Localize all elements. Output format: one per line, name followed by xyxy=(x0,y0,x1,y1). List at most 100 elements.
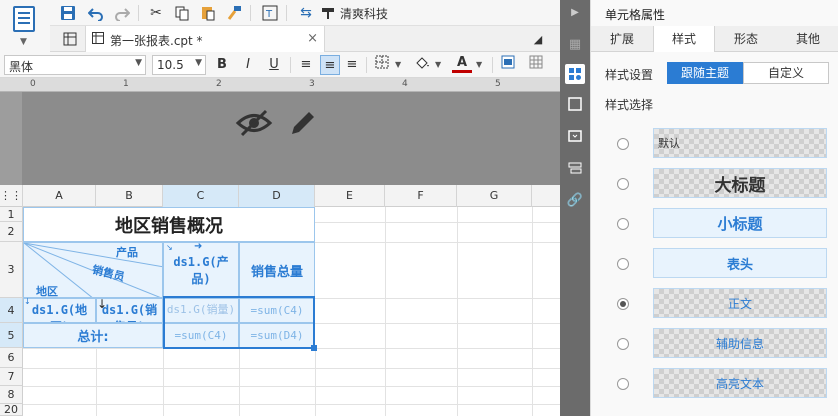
fill-color-icon[interactable] xyxy=(412,55,432,75)
row-header-1[interactable]: 1 xyxy=(0,207,23,222)
collapse-arrow-icon[interactable]: ▶ xyxy=(565,2,585,22)
gridline xyxy=(23,404,560,405)
row-header-20[interactable]: 20 xyxy=(0,404,23,416)
dropdown-widget-icon[interactable] xyxy=(565,126,585,146)
radio-style-table-header[interactable] xyxy=(617,258,629,270)
column-header-g[interactable]: G xyxy=(457,185,532,207)
pencil-icon[interactable] xyxy=(288,108,318,138)
row-header-5[interactable]: 5 xyxy=(0,323,23,348)
column-header-d[interactable]: D xyxy=(239,185,315,207)
select-all-corner[interactable]: ⋮⋮ xyxy=(0,185,23,207)
custom-style-button[interactable]: 自定义 xyxy=(743,62,829,84)
expand-down-icon: ↓ xyxy=(24,297,31,306)
chevron-down-icon: ▼ xyxy=(195,58,202,68)
gridline xyxy=(163,348,164,416)
follow-theme-button[interactable]: 跟随主题 xyxy=(667,62,743,84)
widget-icon[interactable] xyxy=(565,94,585,114)
cell-a4[interactable]: ds1.G(地区) xyxy=(23,298,96,323)
cut-icon[interactable]: ✂ xyxy=(146,3,166,23)
copy-icon[interactable] xyxy=(172,3,192,23)
toolbar-divider xyxy=(366,57,367,73)
chevron-down-icon[interactable]: ▼ xyxy=(476,60,482,69)
cell-title[interactable]: 地区销售概况 xyxy=(23,207,315,242)
save-icon[interactable] xyxy=(58,3,78,23)
row-header-3[interactable]: 3 xyxy=(0,242,23,298)
tab-expand[interactable]: 扩展 xyxy=(591,26,653,52)
chevron-down-icon[interactable]: ▼ xyxy=(435,60,441,69)
style-option-highlight[interactable]: 高亮文本 xyxy=(653,368,827,398)
close-icon[interactable]: × xyxy=(307,31,318,46)
chevron-down-icon[interactable]: ▼ xyxy=(395,60,401,69)
gridline xyxy=(315,323,560,324)
font-color-icon[interactable]: A xyxy=(452,55,472,73)
style-option-default[interactable]: 默认 xyxy=(653,128,827,158)
tab-style[interactable]: 样式 xyxy=(653,26,715,52)
column-header-b[interactable]: B xyxy=(96,185,163,207)
layout-icon[interactable]: ▦ xyxy=(565,34,585,54)
align-left-icon[interactable]: ≡ xyxy=(296,55,316,75)
grid-view-icon[interactable] xyxy=(60,29,80,49)
style-select-label: 样式选择 xyxy=(605,98,654,112)
row-header-7[interactable]: 7 xyxy=(0,368,23,386)
gridline xyxy=(315,348,316,416)
report-header-design-area[interactable]: 0 1 2 3 4 5 xyxy=(0,78,560,185)
tab-report-file[interactable]: 第一张报表.cpt * × xyxy=(85,26,325,52)
style-option-big-title[interactable]: 大标题 xyxy=(653,168,827,198)
radio-style-body[interactable] xyxy=(617,298,629,310)
style-option-body[interactable]: 正文 xyxy=(653,288,827,318)
redo-icon[interactable] xyxy=(112,3,132,23)
swap-icon[interactable]: ⇆ xyxy=(296,3,316,23)
radio-style-big-title[interactable] xyxy=(617,178,629,190)
diagonal-label-product: 产品 xyxy=(116,246,138,259)
image-icon[interactable] xyxy=(498,55,518,75)
column-header-e[interactable]: E xyxy=(315,185,385,207)
row-header-8[interactable]: 8 xyxy=(0,386,23,404)
style-option-table-header[interactable]: 表头 xyxy=(653,248,827,278)
paste-icon[interactable] xyxy=(198,3,218,23)
row-header-2[interactable]: 2 xyxy=(0,222,23,242)
style-setting-label: 样式设置 xyxy=(605,68,654,82)
cell-attribute-icon[interactable] xyxy=(565,64,585,84)
row-header-6[interactable]: 6 xyxy=(0,348,23,368)
tab-list-icon[interactable]: ◢ xyxy=(528,29,548,49)
report-grid[interactable]: ⋮⋮ A B C D E F G 1 2 3 4 5 6 7 8 20 地区销售… xyxy=(0,185,560,416)
radio-style-default[interactable] xyxy=(617,138,629,150)
radio-style-subtitle[interactable] xyxy=(617,218,629,230)
radio-style-auxiliary[interactable] xyxy=(617,338,629,350)
font-family-select[interactable]: 黑体 ▼ xyxy=(4,55,146,75)
eye-off-icon[interactable] xyxy=(234,108,274,138)
main-toolbar: ✂ T ⇆ 清爽科技 xyxy=(50,0,560,26)
underline-button[interactable]: U xyxy=(264,55,284,75)
cell-d3[interactable]: 销售总量 xyxy=(239,242,315,298)
bold-button[interactable]: B xyxy=(212,55,232,75)
cell-diagonal-header[interactable]: 产品 销售员 地区 xyxy=(23,242,163,298)
chevron-down-icon: ▼ xyxy=(135,58,142,68)
border-icon[interactable] xyxy=(372,55,392,75)
condition-icon[interactable] xyxy=(565,158,585,178)
italic-button[interactable]: I xyxy=(238,55,258,75)
column-header-f[interactable]: F xyxy=(385,185,457,207)
column-header-c[interactable]: C xyxy=(163,185,239,207)
style-option-auxiliary[interactable]: 辅助信息 xyxy=(653,328,827,358)
align-center-icon[interactable]: ≡ xyxy=(320,55,340,75)
font-size-select[interactable]: 10.5 ▼ xyxy=(152,55,206,75)
align-right-icon[interactable]: ≡ xyxy=(342,55,362,75)
chevron-down-icon: ▼ xyxy=(20,37,27,47)
style-option-subtitle[interactable]: 小标题 xyxy=(653,208,827,238)
tab-file-name: 第一张报表.cpt * xyxy=(110,34,203,48)
insert-text-icon[interactable]: T xyxy=(260,3,280,23)
undo-icon[interactable] xyxy=(86,3,106,23)
tab-shape[interactable]: 形态 xyxy=(715,26,777,52)
tab-other[interactable]: 其他 xyxy=(777,26,838,52)
cell-total-label[interactable]: 总计: xyxy=(23,323,163,348)
row-header-4[interactable]: 4 xyxy=(0,298,23,323)
format-painter-icon[interactable] xyxy=(224,3,244,23)
radio-style-highlight[interactable] xyxy=(617,378,629,390)
table-icon[interactable] xyxy=(526,55,546,75)
fill-handle[interactable] xyxy=(311,345,317,351)
file-menu-button[interactable]: ▼ xyxy=(0,0,50,52)
link-icon[interactable]: 🔗 xyxy=(565,190,585,210)
tab-bar: 第一张报表.cpt * × ◢ xyxy=(50,26,560,52)
column-header-a[interactable]: A xyxy=(23,185,96,207)
format-toolbar: 黑体 ▼ 10.5 ▼ B I U ≡ ≡ ≡ ▼ ▼ A ▼ xyxy=(0,52,560,78)
